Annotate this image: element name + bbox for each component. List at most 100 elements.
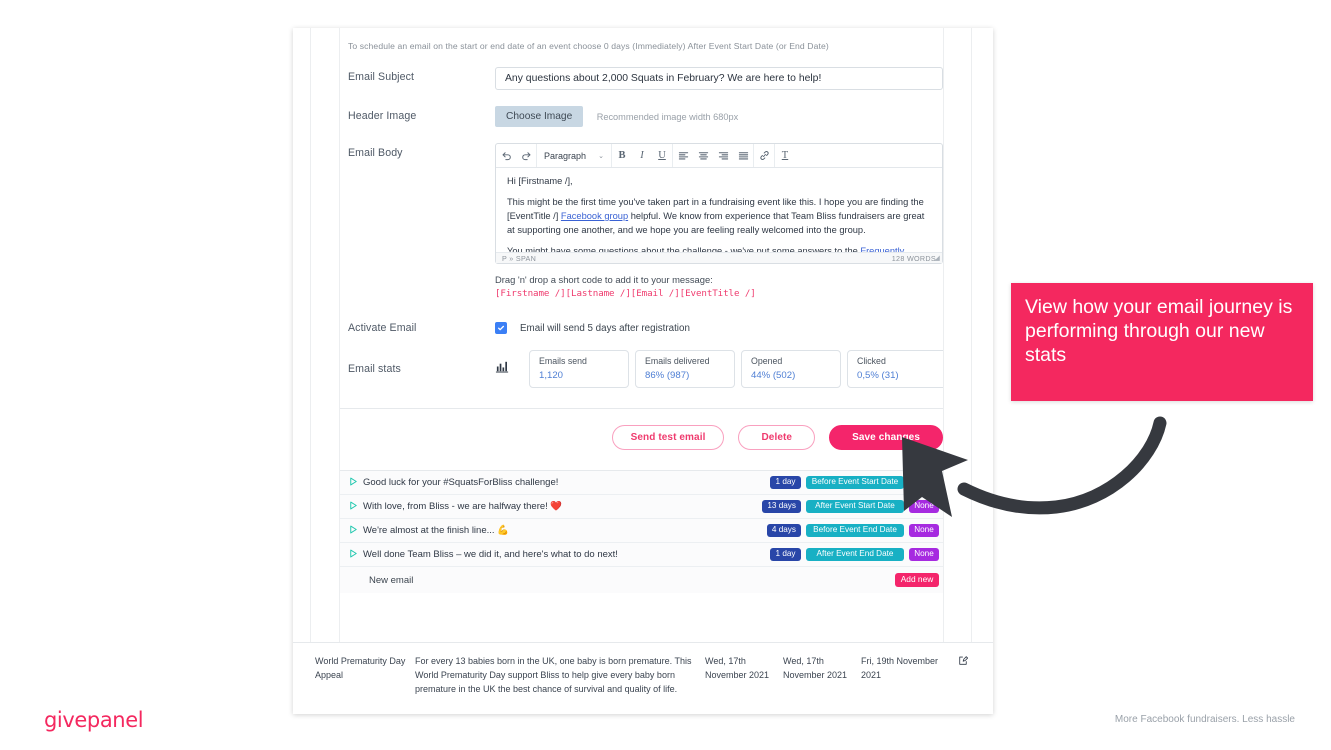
link-icon[interactable]	[754, 144, 774, 167]
undo-icon[interactable]	[496, 144, 516, 167]
email-editor-panel: To schedule an email on the start or end…	[340, 28, 943, 714]
align-right-icon[interactable]	[713, 144, 733, 167]
action-buttons: Send test email Delete Save changes	[340, 425, 943, 450]
email-journey-list: Good luck for your #SquatsForBliss chall…	[340, 470, 943, 593]
recommended-image-width-text: Recommended image width 680px	[596, 111, 739, 122]
play-icon[interactable]	[348, 522, 363, 540]
clear-format-glyph: T	[781, 150, 789, 161]
toolbar-group-styles: B I U	[612, 144, 673, 167]
block-format-select[interactable]: Paragraph ⌄	[537, 144, 611, 167]
email-subject-input[interactable]: Any questions about 2,000 Squats in Febr…	[495, 67, 943, 90]
align-justify-icon[interactable]	[733, 144, 753, 167]
editor-status-bar: P » SPAN 128 WORDS ◢	[496, 252, 942, 263]
new-email-label: New email	[369, 574, 414, 586]
row-email-body: Email Body Paragraph ⌄ B I U T Hi [First…	[340, 143, 943, 299]
label-email-stats: Email stats	[348, 363, 401, 375]
badge-days: 1 day	[770, 547, 801, 562]
add-new-button[interactable]: Add new	[895, 573, 939, 587]
badge-days: 1 day	[770, 475, 801, 490]
editor-paragraph-2: This might be the first time you've take…	[507, 196, 931, 238]
send-test-email-button[interactable]: Send test email	[611, 425, 725, 450]
toolbar-group-link	[754, 144, 775, 167]
email-title: Well done Team Bliss – we did it, and he…	[363, 549, 618, 560]
label-activate-email: Activate Email	[348, 322, 417, 334]
section-divider	[340, 408, 943, 409]
footer-tagline: More Facebook fundraisers. Less hassle	[1114, 714, 1295, 725]
campaign-description: For every 13 babies born in the UK, one …	[415, 656, 692, 694]
shortcode-hint: Drag 'n' drop a short code to add it to …	[495, 274, 713, 285]
stat-boxes: Emails send 1,120 Emails delivered 86% (…	[529, 350, 943, 388]
stat-value: 86% (987)	[645, 370, 690, 381]
givepanel-logo: givepanel	[44, 708, 144, 732]
email-title: With love, from Bliss - we are halfway t…	[363, 501, 563, 512]
campaign-name: World Prematurity Day Appeal	[315, 656, 406, 680]
play-icon[interactable]	[348, 546, 363, 564]
editor-paragraph-greeting: Hi [Firstname /],	[507, 176, 573, 186]
email-list-row[interactable]: Good luck for your #SquatsForBliss chall…	[340, 471, 943, 495]
bold-icon[interactable]: B	[612, 144, 632, 167]
campaign-date-2: Wed, 17th November 2021	[783, 656, 848, 680]
toolbar-group-history	[496, 144, 537, 167]
stat-label: Emails send	[539, 356, 587, 366]
toolbar-group-align	[673, 144, 754, 167]
email-list-row[interactable]: With love, from Bliss - we are halfway t…	[340, 495, 943, 519]
align-center-icon[interactable]	[693, 144, 713, 167]
editor-word-count: 128 WORDS	[891, 253, 936, 263]
email-list-row[interactable]: We're almost at the finish line... 💪 4 d…	[340, 519, 943, 543]
label-header-image: Header Image	[348, 110, 417, 122]
row-activate-email: Activate Email Email will send 5 days af…	[340, 322, 943, 334]
stat-value: 44% (502)	[751, 370, 796, 381]
shortcode-list[interactable]: [Firstname /][Lastname /][Email /][Event…	[495, 288, 943, 299]
resize-grip-icon[interactable]: ◢	[934, 254, 940, 262]
annotation-arrow-icon	[902, 416, 1167, 517]
badge-when: After Event End Date	[806, 547, 904, 562]
clear-formatting-icon[interactable]: T	[775, 144, 795, 167]
campaign-date-3: Fri, 19th November 2021	[861, 656, 939, 680]
stat-box: Emails send 1,120	[529, 350, 629, 388]
campaign-date-1: Wed, 17th November 2021	[705, 656, 770, 680]
schedule-hint: To schedule an email on the start or end…	[348, 41, 829, 51]
chevron-down-icon: ⌄	[598, 152, 604, 160]
badge-repeat: None	[909, 547, 939, 562]
new-email-row: New email Add new	[340, 567, 943, 593]
rich-text-editor[interactable]: Paragraph ⌄ B I U T Hi [Firstname /], Th…	[495, 143, 943, 264]
editor-paragraph-3: You might have some questions about the …	[507, 245, 931, 252]
editor-toolbar: Paragraph ⌄ B I U T	[496, 144, 942, 168]
row-email-stats: Email stats Emails send 1,120 Emails del…	[340, 350, 943, 388]
italic-glyph: I	[640, 150, 644, 161]
app-screenshot-card: To schedule an email on the start or end…	[293, 28, 993, 714]
editor-content[interactable]: Hi [Firstname /], This might be the firs…	[496, 168, 942, 252]
email-title: Good luck for your #SquatsForBliss chall…	[363, 477, 559, 488]
redo-icon[interactable]	[516, 144, 536, 167]
email-title: We're almost at the finish line... 💪	[363, 525, 509, 536]
block-format-value: Paragraph	[544, 150, 587, 161]
stat-box: Opened 44% (502)	[741, 350, 841, 388]
underline-icon[interactable]: U	[652, 144, 672, 167]
stat-label: Emails delivered	[645, 356, 710, 366]
label-email-body: Email Body	[348, 147, 403, 159]
activate-email-checkbox[interactable]	[495, 322, 507, 334]
row-header-image: Header Image Choose Image Recommended im…	[340, 106, 943, 127]
bar-chart-icon	[495, 359, 513, 379]
facebook-group-link[interactable]: Facebook group	[561, 211, 628, 221]
email-list-row[interactable]: Well done Team Bliss – we did it, and he…	[340, 543, 943, 567]
align-left-icon[interactable]	[673, 144, 693, 167]
table-row[interactable]: World Prematurity Day Appeal For every 1…	[293, 655, 993, 697]
delete-button[interactable]: Delete	[738, 425, 816, 450]
edit-icon[interactable]	[939, 655, 973, 697]
stat-label: Opened	[751, 356, 783, 366]
play-icon[interactable]	[348, 498, 363, 516]
badge-days: 13 days	[762, 499, 801, 514]
italic-icon[interactable]: I	[632, 144, 652, 167]
badge-days: 4 days	[766, 523, 801, 538]
annotation-callout: View how your email journey is performin…	[1011, 283, 1313, 401]
row-email-subject: Email Subject Any questions about 2,000 …	[340, 67, 943, 90]
choose-image-button[interactable]: Choose Image	[495, 106, 584, 127]
toolbar-group-clear: T	[775, 144, 795, 167]
gutter-rule-1	[310, 28, 311, 714]
gutter-rule-4	[971, 28, 972, 714]
gutter-rule-3	[943, 28, 944, 714]
stat-box: Clicked 0,5% (31)	[847, 350, 943, 388]
label-email-subject: Email Subject	[348, 71, 415, 83]
play-icon[interactable]	[348, 474, 363, 492]
